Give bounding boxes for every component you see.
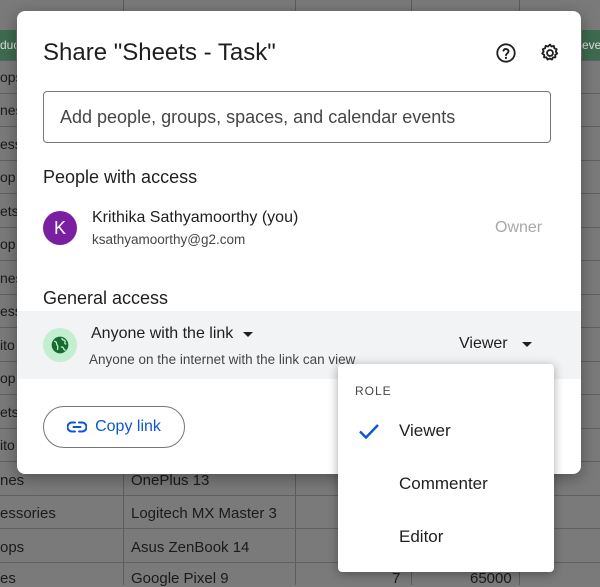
copy-link-button[interactable]: Copy link — [43, 406, 185, 448]
globe-icon — [43, 328, 77, 362]
role-menu: ROLE Viewer Commenter Editor — [338, 364, 554, 572]
role-option-label: Commenter — [399, 474, 488, 493]
sheet-cell: ito — [0, 437, 15, 453]
role-menu-header: ROLE — [355, 384, 392, 398]
link-icon — [67, 421, 88, 433]
person-name: Krithika Sathyamoorthy (you) — [92, 209, 299, 226]
sheet-cell: es — [0, 570, 16, 587]
general-access-description: Anyone on the internet with the link can… — [89, 352, 356, 367]
role-option-viewer[interactable]: Viewer — [338, 405, 554, 457]
chevron-down-icon — [243, 331, 254, 337]
general-access-dropdown[interactable]: Anyone with the link — [91, 325, 254, 343]
sheet-cell: 65000 — [470, 570, 512, 587]
sheet-cell: essories — [0, 505, 56, 522]
general-access-heading: General access — [43, 288, 169, 308]
help-icon[interactable] — [494, 41, 518, 65]
person-email: ksathyamoorthy@g2.com — [92, 232, 246, 247]
sheet-cell: Logitech MX Master 3 — [131, 505, 277, 522]
add-people-input[interactable] — [43, 91, 551, 143]
people-with-access-heading: People with access — [43, 167, 198, 187]
sheet-cell: Asus ZenBook 14 — [131, 539, 250, 556]
general-access-label: Anyone with the link — [91, 325, 234, 342]
role-option-editor[interactable]: Editor — [338, 511, 554, 563]
role-option-label: Editor — [399, 527, 444, 546]
role-dropdown[interactable]: Viewer — [459, 335, 532, 353]
sheet-cell: op — [0, 370, 16, 386]
sheet-cell: nes — [0, 270, 18, 286]
sheet-cell: OnePlus 13 — [131, 472, 210, 489]
owner-role-label: Owner — [495, 219, 543, 236]
sheet-cell: nes — [0, 102, 18, 118]
role-option-label: Viewer — [399, 421, 451, 440]
role-dropdown-label: Viewer — [459, 335, 508, 352]
sheet-cell: op — [0, 236, 16, 252]
column-header-right: eve — [582, 30, 600, 60]
chevron-down-icon — [521, 341, 532, 347]
gear-icon[interactable] — [538, 41, 562, 65]
sheet-cell: ito — [0, 337, 15, 353]
copy-link-label: Copy link — [95, 418, 161, 435]
sheet-cell: 7 — [392, 570, 401, 587]
sheet-cell: op — [0, 169, 16, 185]
role-option-commenter[interactable]: Commenter — [338, 458, 554, 510]
dialog-title: Share "Sheets - Task" — [43, 39, 276, 66]
sheet-cell: ess — [0, 136, 18, 152]
avatar: K — [43, 211, 77, 245]
sheet-cell: ops — [0, 539, 25, 556]
sheet-cell: ets — [0, 404, 18, 420]
sheet-cell: Google Pixel 9 — [131, 570, 229, 587]
column-header-left: duc — [0, 30, 16, 60]
sheet-cell: ets — [0, 203, 18, 219]
check-icon — [359, 424, 379, 440]
sheet-cell: nes — [0, 472, 25, 489]
sheet-cell: ess — [0, 303, 18, 319]
sheet-cell: ops — [0, 69, 18, 85]
